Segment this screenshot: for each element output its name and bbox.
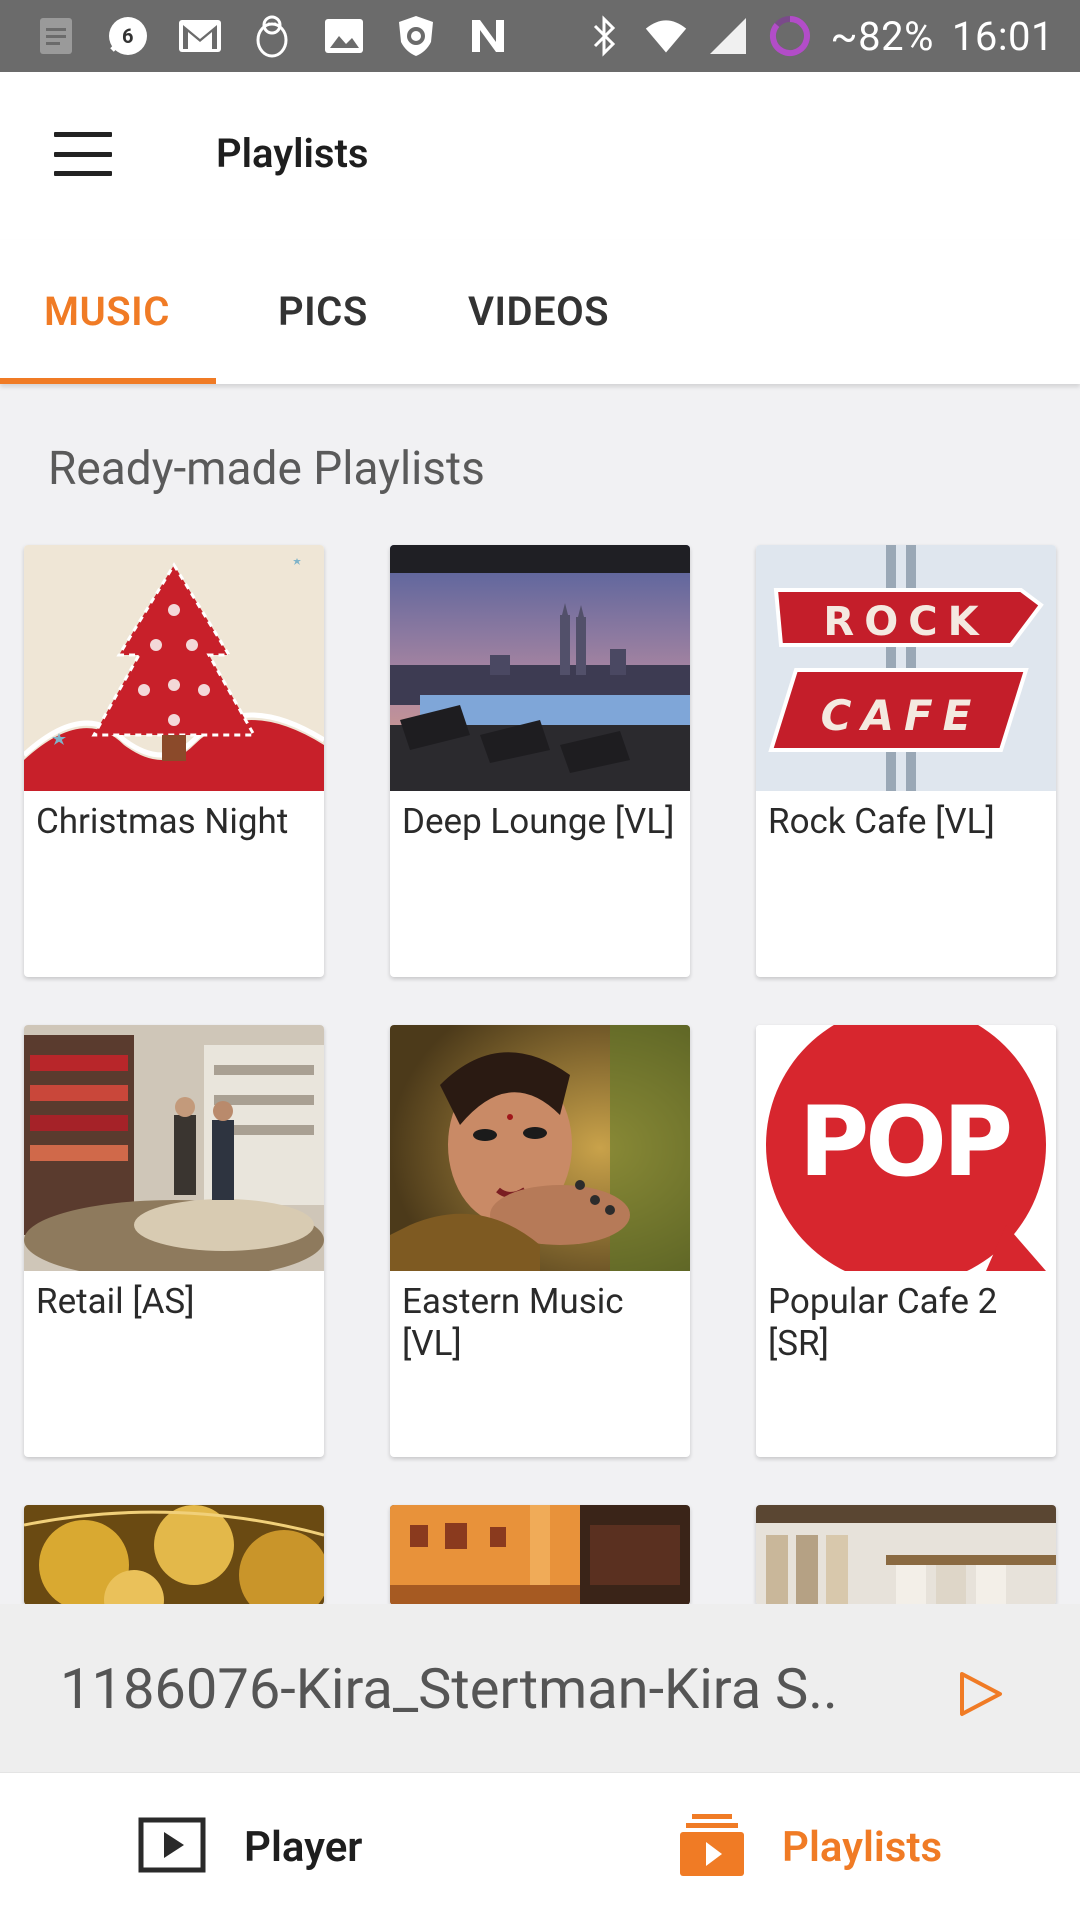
active-tab-indicator bbox=[0, 378, 216, 384]
player-icon bbox=[138, 1817, 206, 1877]
playlist-thumbnail bbox=[756, 1505, 1056, 1605]
n-icon bbox=[466, 14, 510, 58]
image-icon bbox=[322, 14, 366, 58]
playlist-card-eastern-music[interactable]: Eastern Music [VL] bbox=[390, 1025, 690, 1457]
playlist-card-christmas-night[interactable]: Christmas Night bbox=[24, 545, 324, 977]
play-outline-icon[interactable] bbox=[956, 1670, 1004, 1718]
battery-ring-icon bbox=[768, 14, 812, 58]
cafe-sign-text: CAFE bbox=[821, 691, 982, 740]
signal-icon bbox=[706, 14, 750, 58]
app-bar: Playlists bbox=[0, 72, 1080, 240]
playlist-name: Rock Cafe [VL] bbox=[768, 801, 995, 842]
playlist-thumbnail bbox=[24, 545, 324, 791]
shield-icon bbox=[394, 14, 438, 58]
now-playing-bar[interactable]: 1186076-Kira_Stertman-Kira S.. bbox=[0, 1604, 1080, 1772]
tab-pics[interactable]: PICS bbox=[278, 288, 368, 335]
playlist-name: Popular Cafe 2 [SR] bbox=[768, 1281, 998, 1364]
playlist-card-partial[interactable] bbox=[756, 1505, 1056, 1605]
tab-videos[interactable]: VIDEOS bbox=[468, 288, 609, 335]
bluetooth-icon bbox=[582, 14, 626, 58]
playlist-thumbnail: POP bbox=[756, 1025, 1056, 1271]
playlists-stack-icon bbox=[680, 1814, 744, 1880]
rock-sign-text: ROCK bbox=[823, 599, 988, 645]
playlist-name: Christmas Night bbox=[36, 801, 289, 842]
playlist-card-partial[interactable] bbox=[24, 1505, 324, 1605]
playlist-card-popular-cafe[interactable]: POP Popular Cafe 2 [SR] bbox=[756, 1025, 1056, 1457]
hamburger-menu-icon[interactable] bbox=[54, 132, 112, 176]
playlist-card-retail[interactable]: Retail [AS] bbox=[24, 1025, 324, 1457]
wifi-icon bbox=[644, 14, 688, 58]
playlist-card-rock-cafe[interactable]: ROCK CAFE Rock Cafe [VL] bbox=[756, 545, 1056, 977]
now-playing-title: 1186076-Kira_Stertman-Kira S.. bbox=[60, 1656, 838, 1722]
nav-player-label: Player bbox=[244, 1822, 363, 1872]
playlist-name: Eastern Music [VL] bbox=[402, 1281, 624, 1364]
battery-percent: ~82% bbox=[830, 12, 934, 60]
chat-badge-icon: 6 bbox=[106, 14, 150, 58]
status-bar: 6 ~82% 16:01 bbox=[0, 0, 1080, 72]
nav-playlists-button[interactable]: Playlists bbox=[680, 1773, 942, 1920]
notification-badge-count: 6 bbox=[122, 24, 134, 48]
doc-icon bbox=[34, 14, 78, 58]
playlist-card-partial[interactable] bbox=[390, 1505, 690, 1605]
playlist-thumbnail: ROCK CAFE bbox=[756, 545, 1056, 791]
gmail-icon bbox=[178, 14, 222, 58]
playlist-thumbnail bbox=[24, 1505, 324, 1605]
playlist-card-deep-lounge[interactable]: Deep Lounge [VL] bbox=[390, 545, 690, 977]
clock: 16:01 bbox=[951, 12, 1054, 60]
playlist-thumbnail bbox=[390, 1025, 690, 1271]
pop-logo-text: POP bbox=[799, 1086, 1010, 1198]
playlist-thumbnail bbox=[390, 545, 690, 791]
tab-bar: MUSIC PICS VIDEOS bbox=[0, 240, 1080, 384]
nav-player-button[interactable]: Player bbox=[138, 1773, 362, 1920]
playlist-name: Deep Lounge [VL] bbox=[402, 801, 675, 842]
bottom-navigation: Player Playlists bbox=[0, 1772, 1080, 1920]
playlist-thumbnail bbox=[24, 1025, 324, 1271]
nav-playlists-label: Playlists bbox=[782, 1822, 943, 1872]
tab-music[interactable]: MUSIC bbox=[44, 288, 170, 335]
playlist-thumbnail bbox=[390, 1505, 690, 1605]
page-title: Playlists bbox=[216, 130, 369, 177]
section-title: Ready-made Playlists bbox=[48, 442, 485, 496]
playlist-name: Retail [AS] bbox=[36, 1281, 195, 1322]
penguin-icon bbox=[250, 14, 294, 58]
